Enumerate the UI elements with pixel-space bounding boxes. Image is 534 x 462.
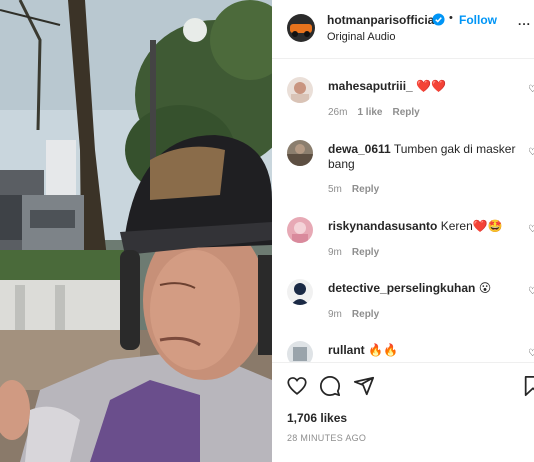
comment-meta: 5m Reply (328, 184, 389, 195)
author-avatar[interactable] (287, 14, 315, 42)
post-header: hotmanparisofficial • Follow Original Au… (272, 0, 534, 59)
comment-text: mahesaputriii_ ❤️❤️ (328, 79, 518, 94)
instagram-post-view: hotmanparisofficial • Follow Original Au… (0, 0, 534, 462)
comment-meta: 9m Reply (328, 309, 389, 320)
commenter-avatar[interactable] (287, 217, 313, 243)
verified-badge-icon (432, 13, 445, 26)
post-timestamp: 28 MINUTES AGO (287, 433, 367, 443)
comment-time: 9m (328, 247, 342, 258)
like-comment-heart-icon[interactable]: ♡ (528, 286, 534, 297)
audio-label[interactable]: Original Audio (327, 31, 396, 43)
comment-text: rullant 🔥🔥 (328, 343, 518, 358)
comment-text: dewa_0611 Tumben gak di masker bang (328, 142, 518, 172)
reply-button[interactable]: Reply (352, 184, 379, 195)
like-comment-heart-icon[interactable]: ♡ (528, 147, 534, 158)
share-icon[interactable] (353, 375, 375, 397)
follow-button[interactable]: Follow (459, 13, 497, 27)
commenter-username[interactable]: mahesaputriii_ (328, 79, 413, 93)
comment-meta: 9m Reply (328, 247, 389, 258)
comment-likes[interactable]: 1 like (357, 107, 382, 118)
reply-button[interactable]: Reply (352, 309, 379, 320)
like-comment-heart-icon[interactable]: ♡ (528, 84, 534, 95)
author-username[interactable]: hotmanparisofficial (327, 13, 438, 27)
commenter-avatar[interactable] (287, 140, 313, 166)
reply-button[interactable]: Reply (392, 107, 419, 118)
comment-time: 26m (328, 107, 348, 118)
like-comment-heart-icon[interactable]: ♡ (528, 224, 534, 235)
video-frame (0, 0, 272, 462)
comment-body: ❤️❤️ (416, 79, 446, 93)
commenter-avatar[interactable] (287, 279, 313, 305)
reply-button[interactable]: Reply (352, 247, 379, 258)
likes-count[interactable]: 1,706 likes (287, 411, 347, 425)
comment-text: riskynandasusanto Keren❤️🤩 (328, 219, 518, 234)
post-side-panel: hotmanparisofficial • Follow Original Au… (272, 0, 534, 462)
commenter-avatar[interactable] (287, 77, 313, 103)
comment-body: 🔥🔥 (368, 343, 398, 357)
like-comment-heart-icon[interactable]: ♡ (528, 348, 534, 359)
comment-icon[interactable] (319, 375, 341, 397)
bookmark-icon[interactable] (522, 375, 534, 397)
comment-text: detective_perselingkuhan 😮 (328, 281, 518, 296)
comment-time: 5m (328, 184, 342, 195)
comment-meta: 26m 1 like Reply (328, 107, 430, 118)
separator-dot: • (449, 12, 453, 24)
post-actions-bar: 1,706 likes 28 MINUTES AGO (272, 362, 534, 462)
video-player[interactable] (0, 0, 272, 462)
commenter-username[interactable]: riskynandasusanto (328, 219, 437, 233)
comment-body: 😮 (478, 281, 492, 295)
more-options-icon[interactable]: ... (518, 14, 531, 28)
commenter-username[interactable]: detective_perselingkuhan (328, 281, 475, 295)
heart-icon[interactable] (286, 375, 308, 397)
commenter-username[interactable]: rullant (328, 343, 365, 357)
comment-time: 9m (328, 309, 342, 320)
commenter-username[interactable]: dewa_0611 (328, 142, 391, 156)
comment-body: Keren❤️🤩 (440, 219, 503, 233)
